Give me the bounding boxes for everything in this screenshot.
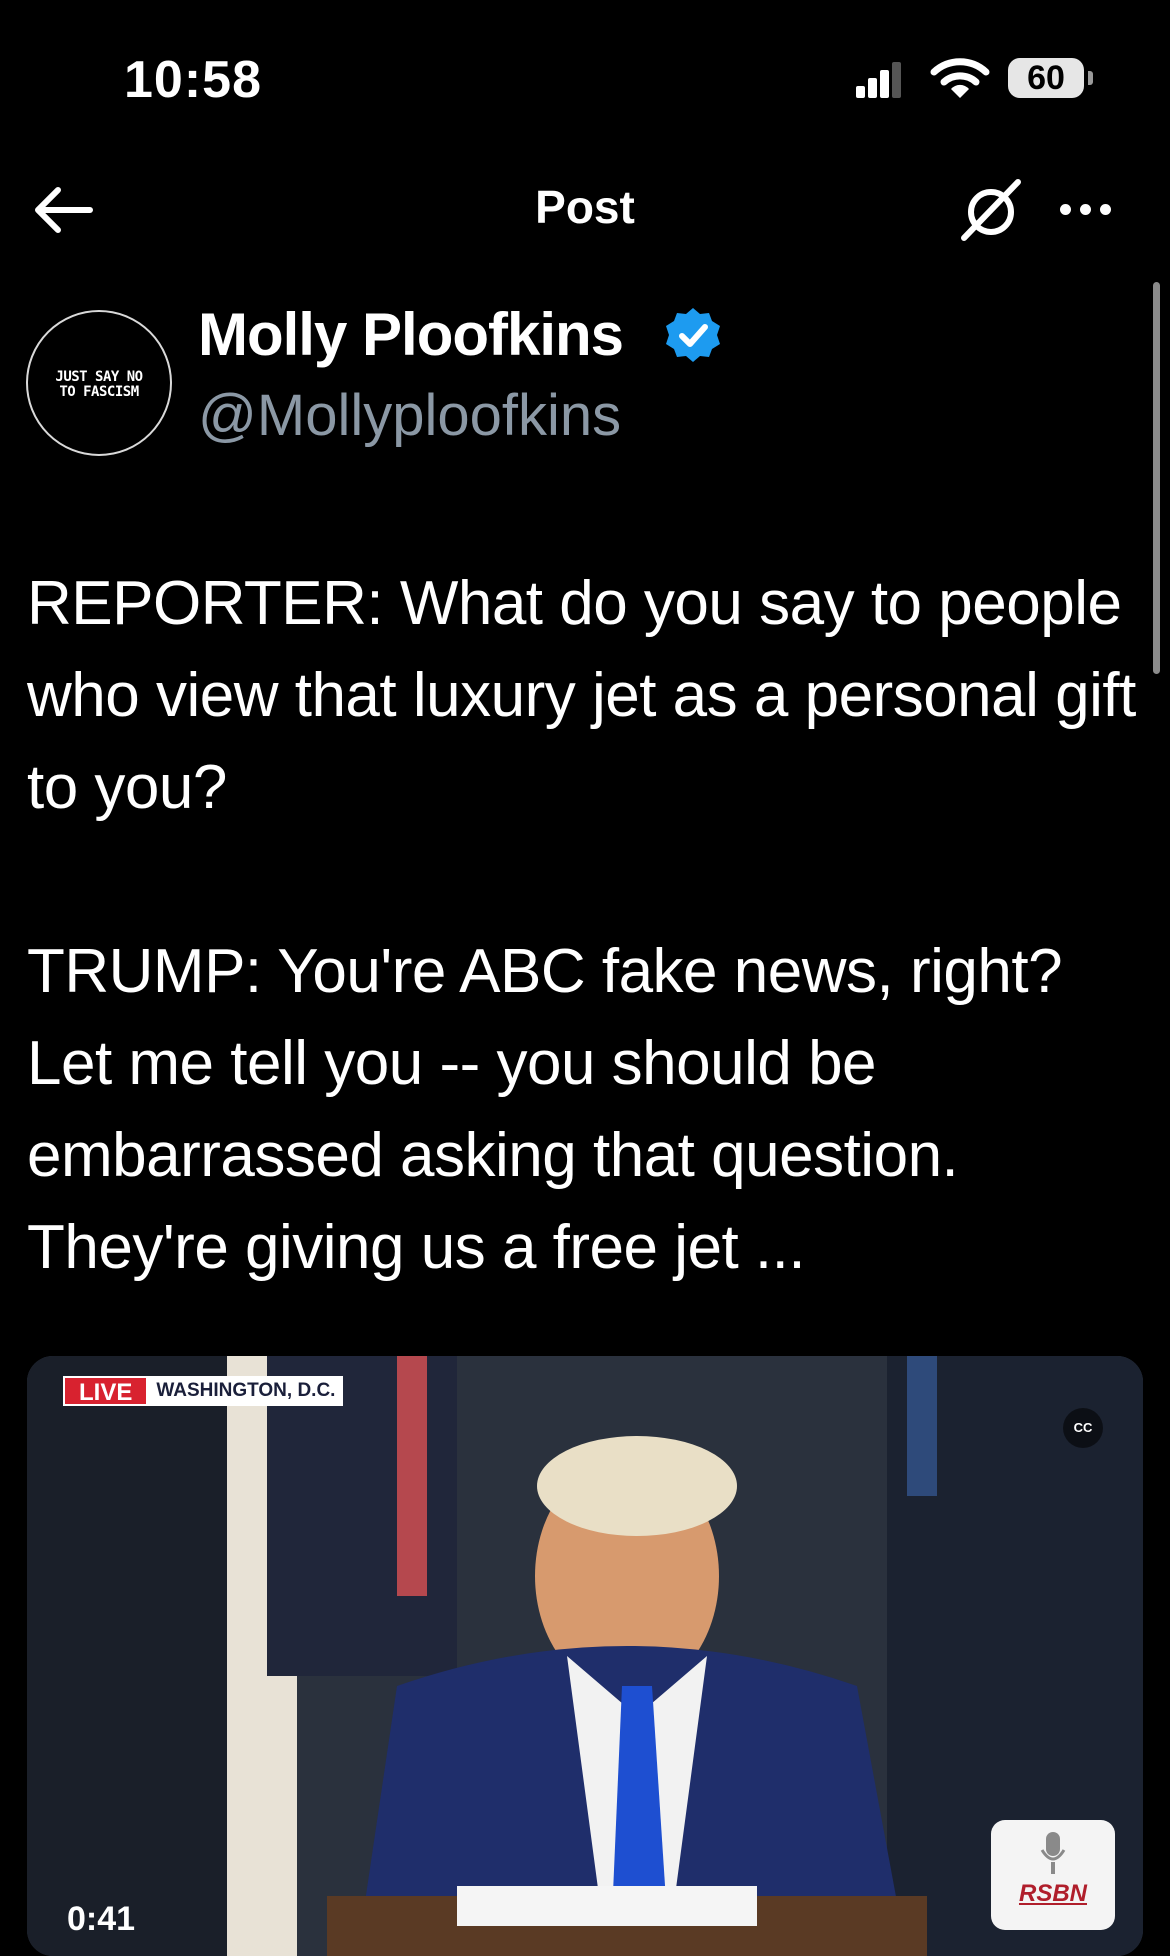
wifi-icon [930, 58, 990, 98]
grok-icon[interactable] [958, 174, 1024, 244]
battery-indicator: 60 [1008, 58, 1084, 98]
live-banner: LIVE WASHINGTON, D.C. [63, 1376, 344, 1406]
author-name[interactable]: Molly Ploofkins [198, 300, 624, 369]
avatar-text-line2: TO FASCISM [59, 384, 139, 400]
status-bar: 10:58 60 [0, 0, 1170, 150]
battery-tip [1088, 71, 1093, 85]
scrollbar[interactable] [1153, 282, 1160, 674]
more-horizontal-icon[interactable] [1058, 194, 1114, 224]
post-header: Post [0, 160, 1170, 260]
avatar-text-line1: JUST SAY NO [55, 369, 143, 385]
author-handle[interactable]: @Mollyploofkins [198, 382, 621, 449]
post-text: REPORTER: What do you say to people who … [27, 558, 1147, 1294]
post-paragraph: TRUMP: You're ABC fake news, right? Let … [27, 937, 1063, 1282]
avatar-text: JUST SAY NO TO FASCISM [28, 370, 170, 400]
status-time: 10:58 [124, 51, 262, 109]
video-player[interactable]: LIVE WASHINGTON, D.C. CC RSBN 0:41 [27, 1356, 1143, 1956]
avatar[interactable]: JUST SAY NO TO FASCISM [26, 310, 172, 456]
post-paragraph: REPORTER: What do you say to people who … [27, 569, 1136, 822]
location-label: WASHINGTON, D.C. [148, 1376, 344, 1406]
video-timecode: 0:41 [67, 1900, 136, 1938]
live-label: LIVE [63, 1376, 149, 1406]
closed-captions-button[interactable]: CC [1063, 1408, 1103, 1448]
video-frame [27, 1356, 1143, 1956]
cellular-signal-icon [856, 60, 901, 98]
verified-badge-icon [666, 308, 720, 362]
microphone-icon [1040, 1832, 1066, 1874]
network-logo-text: RSBN [1018, 1880, 1087, 1907]
